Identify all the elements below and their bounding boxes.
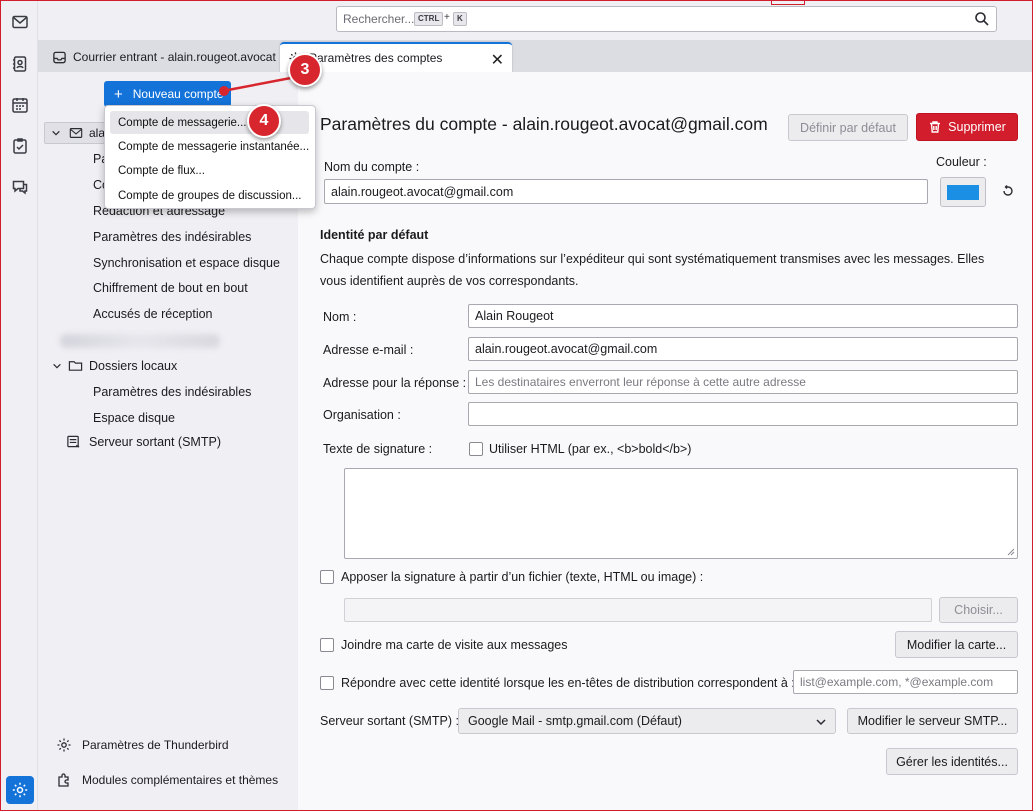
callout-arrow: [219, 75, 297, 96]
callout-badge-3: 3: [288, 53, 322, 87]
callout-badge-4: 4: [247, 104, 281, 138]
